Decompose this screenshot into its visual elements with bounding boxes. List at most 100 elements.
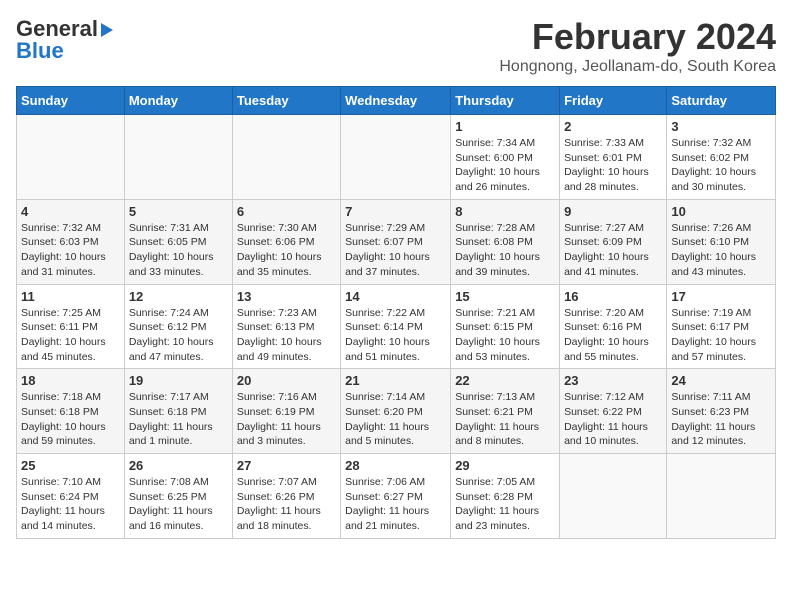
day-info: Sunrise: 7:23 AMSunset: 6:13 PMDaylight:…	[237, 306, 336, 365]
day-number: 9	[564, 204, 662, 219]
day-number: 22	[455, 373, 555, 388]
calendar-cell	[124, 115, 232, 200]
day-number: 8	[455, 204, 555, 219]
calendar-header-row: SundayMondayTuesdayWednesdayThursdayFrid…	[17, 87, 776, 115]
calendar-cell: 1Sunrise: 7:34 AMSunset: 6:00 PMDaylight…	[451, 115, 560, 200]
calendar-cell	[17, 115, 125, 200]
calendar-cell: 18 Sunrise: 7:18 AMSunset: 6:18 PMDayligh…	[17, 369, 125, 454]
day-number: 16	[564, 289, 662, 304]
calendar-cell: 21Sunrise: 7:14 AMSunset: 6:20 PMDayligh…	[341, 369, 451, 454]
calendar-cell	[232, 115, 340, 200]
day-info: Sunrise: 7:13 AMSunset: 6:21 PMDaylight:…	[455, 390, 555, 449]
day-info: Sunrise: 7:27 AMSunset: 6:09 PMDaylight:…	[564, 221, 662, 280]
calendar-cell: 6 Sunrise: 7:30 AMSunset: 6:06 PMDaylight…	[232, 199, 340, 284]
day-info: Sunrise: 7:10 AMSunset: 6:24 PMDaylight:…	[21, 475, 120, 534]
column-header-tuesday: Tuesday	[232, 87, 340, 115]
calendar-cell: 27 Sunrise: 7:07 AMSunset: 6:26 PMDayligh…	[232, 454, 340, 539]
calendar-cell: 10 Sunrise: 7:26 AMSunset: 6:10 PMDayligh…	[667, 199, 776, 284]
day-number: 3	[671, 119, 771, 134]
day-number: 14	[345, 289, 446, 304]
day-number: 2	[564, 119, 662, 134]
column-header-thursday: Thursday	[451, 87, 560, 115]
day-number: 17	[671, 289, 771, 304]
day-info: Sunrise: 7:06 AMSunset: 6:27 PMDaylight:…	[345, 475, 446, 534]
day-number: 20	[237, 373, 336, 388]
day-info: Sunrise: 7:05 AMSunset: 6:28 PMDaylight:…	[455, 475, 555, 534]
calendar-cell: 14 Sunrise: 7:22 AMSunset: 6:14 PMDayligh…	[341, 284, 451, 369]
day-number: 19	[129, 373, 228, 388]
logo-blue: Blue	[16, 38, 64, 64]
day-number: 29	[455, 458, 555, 473]
week-row-5: 25Sunrise: 7:10 AMSunset: 6:24 PMDayligh…	[17, 454, 776, 539]
calendar-cell: 25Sunrise: 7:10 AMSunset: 6:24 PMDayligh…	[17, 454, 125, 539]
calendar-cell: 4 Sunrise: 7:32 AMSunset: 6:03 PMDaylight…	[17, 199, 125, 284]
day-info: Sunrise: 7:30 AMSunset: 6:06 PMDaylight:…	[237, 221, 336, 280]
week-row-2: 4 Sunrise: 7:32 AMSunset: 6:03 PMDaylight…	[17, 199, 776, 284]
day-number: 7	[345, 204, 446, 219]
calendar-cell: 26Sunrise: 7:08 AMSunset: 6:25 PMDayligh…	[124, 454, 232, 539]
calendar-cell	[560, 454, 667, 539]
day-number: 5	[129, 204, 228, 219]
day-number: 27	[237, 458, 336, 473]
day-info: Sunrise: 7:19 AMSunset: 6:17 PMDaylight:…	[671, 306, 771, 365]
week-row-3: 11 Sunrise: 7:25 AMSunset: 6:11 PMDayligh…	[17, 284, 776, 369]
calendar-cell: 11 Sunrise: 7:25 AMSunset: 6:11 PMDayligh…	[17, 284, 125, 369]
calendar-cell: 17 Sunrise: 7:19 AMSunset: 6:17 PMDayligh…	[667, 284, 776, 369]
calendar-cell	[341, 115, 451, 200]
day-info: Sunrise: 7:24 AMSunset: 6:12 PMDaylight:…	[129, 306, 228, 365]
day-info: Sunrise: 7:28 AMSunset: 6:08 PMDaylight:…	[455, 221, 555, 280]
day-info: Sunrise: 7:18 AMSunset: 6:18 PMDaylight:…	[21, 390, 120, 449]
calendar-cell: 28 Sunrise: 7:06 AMSunset: 6:27 PMDayligh…	[341, 454, 451, 539]
week-row-4: 18 Sunrise: 7:18 AMSunset: 6:18 PMDayligh…	[17, 369, 776, 454]
day-info: Sunrise: 7:14 AMSunset: 6:20 PMDaylight:…	[345, 390, 446, 449]
column-header-monday: Monday	[124, 87, 232, 115]
logo-arrow-icon	[101, 23, 113, 37]
day-number: 23	[564, 373, 662, 388]
subtitle: Hongnong, Jeollanam-do, South Korea	[499, 58, 776, 76]
day-info: Sunrise: 7:32 AMSunset: 6:03 PMDaylight:…	[21, 221, 120, 280]
day-number: 12	[129, 289, 228, 304]
day-info: Sunrise: 7:21 AMSunset: 6:15 PMDaylight:…	[455, 306, 555, 365]
day-info: Sunrise: 7:33 AMSunset: 6:01 PMDaylight:…	[564, 136, 662, 195]
day-info: Sunrise: 7:12 AMSunset: 6:22 PMDaylight:…	[564, 390, 662, 449]
column-header-sunday: Sunday	[17, 87, 125, 115]
calendar-cell: 12 Sunrise: 7:24 AMSunset: 6:12 PMDayligh…	[124, 284, 232, 369]
week-row-1: 1Sunrise: 7:34 AMSunset: 6:00 PMDaylight…	[17, 115, 776, 200]
day-number: 6	[237, 204, 336, 219]
day-number: 13	[237, 289, 336, 304]
calendar-cell: 29 Sunrise: 7:05 AMSunset: 6:28 PMDayligh…	[451, 454, 560, 539]
day-number: 28	[345, 458, 446, 473]
calendar-cell: 24 Sunrise: 7:11 AMSunset: 6:23 PMDayligh…	[667, 369, 776, 454]
day-info: Sunrise: 7:17 AMSunset: 6:18 PMDaylight:…	[129, 390, 228, 449]
day-number: 26	[129, 458, 228, 473]
day-number: 10	[671, 204, 771, 219]
calendar-cell: 13 Sunrise: 7:23 AMSunset: 6:13 PMDayligh…	[232, 284, 340, 369]
calendar-cell: 20Sunrise: 7:16 AMSunset: 6:19 PMDayligh…	[232, 369, 340, 454]
title-section: February 2024 Hongnong, Jeollanam-do, So…	[499, 16, 776, 76]
day-info: Sunrise: 7:26 AMSunset: 6:10 PMDaylight:…	[671, 221, 771, 280]
day-number: 15	[455, 289, 555, 304]
day-number: 11	[21, 289, 120, 304]
calendar-cell: 5Sunrise: 7:31 AMSunset: 6:05 PMDaylight…	[124, 199, 232, 284]
day-number: 24	[671, 373, 771, 388]
day-number: 18	[21, 373, 120, 388]
logo: General Blue	[16, 16, 113, 64]
day-info: Sunrise: 7:29 AMSunset: 6:07 PMDaylight:…	[345, 221, 446, 280]
day-info: Sunrise: 7:11 AMSunset: 6:23 PMDaylight:…	[671, 390, 771, 449]
calendar-cell: 2 Sunrise: 7:33 AMSunset: 6:01 PMDaylight…	[560, 115, 667, 200]
main-title: February 2024	[499, 16, 776, 58]
day-number: 4	[21, 204, 120, 219]
calendar-cell: 9 Sunrise: 7:27 AMSunset: 6:09 PMDaylight…	[560, 199, 667, 284]
calendar-cell: 16Sunrise: 7:20 AMSunset: 6:16 PMDayligh…	[560, 284, 667, 369]
calendar-table: SundayMondayTuesdayWednesdayThursdayFrid…	[16, 86, 776, 539]
day-info: Sunrise: 7:07 AMSunset: 6:26 PMDaylight:…	[237, 475, 336, 534]
calendar-body: 1Sunrise: 7:34 AMSunset: 6:00 PMDaylight…	[17, 115, 776, 539]
day-info: Sunrise: 7:22 AMSunset: 6:14 PMDaylight:…	[345, 306, 446, 365]
column-header-wednesday: Wednesday	[341, 87, 451, 115]
calendar-cell	[667, 454, 776, 539]
day-info: Sunrise: 7:32 AMSunset: 6:02 PMDaylight:…	[671, 136, 771, 195]
column-header-saturday: Saturday	[667, 87, 776, 115]
day-info: Sunrise: 7:25 AMSunset: 6:11 PMDaylight:…	[21, 306, 120, 365]
calendar-cell: 19 Sunrise: 7:17 AMSunset: 6:18 PMDayligh…	[124, 369, 232, 454]
column-header-friday: Friday	[560, 87, 667, 115]
